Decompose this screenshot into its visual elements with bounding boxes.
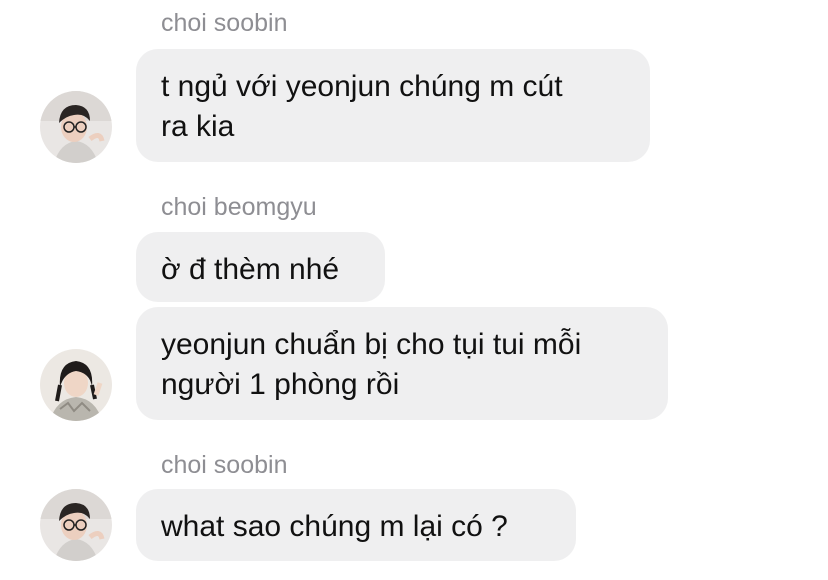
beomgyu-avatar-icon[interactable] [40, 349, 112, 421]
soobin-avatar-icon[interactable] [40, 91, 112, 163]
sender-name: choi soobin [161, 451, 288, 479]
message-bubble[interactable]: t ngủ với yeonjun chúng m cút ra kia [136, 49, 650, 162]
message-bubble[interactable]: yeonjun chuẩn bị cho tụi tui mỗi người 1… [136, 307, 668, 420]
message-bubble[interactable]: what sao chúng m lại có ? [136, 489, 576, 561]
sender-name: choi soobin [161, 9, 288, 37]
sender-name: choi beomgyu [161, 193, 317, 221]
soobin-avatar-icon[interactable] [40, 489, 112, 561]
message-bubble[interactable]: ờ đ thèm nhé [136, 232, 385, 302]
